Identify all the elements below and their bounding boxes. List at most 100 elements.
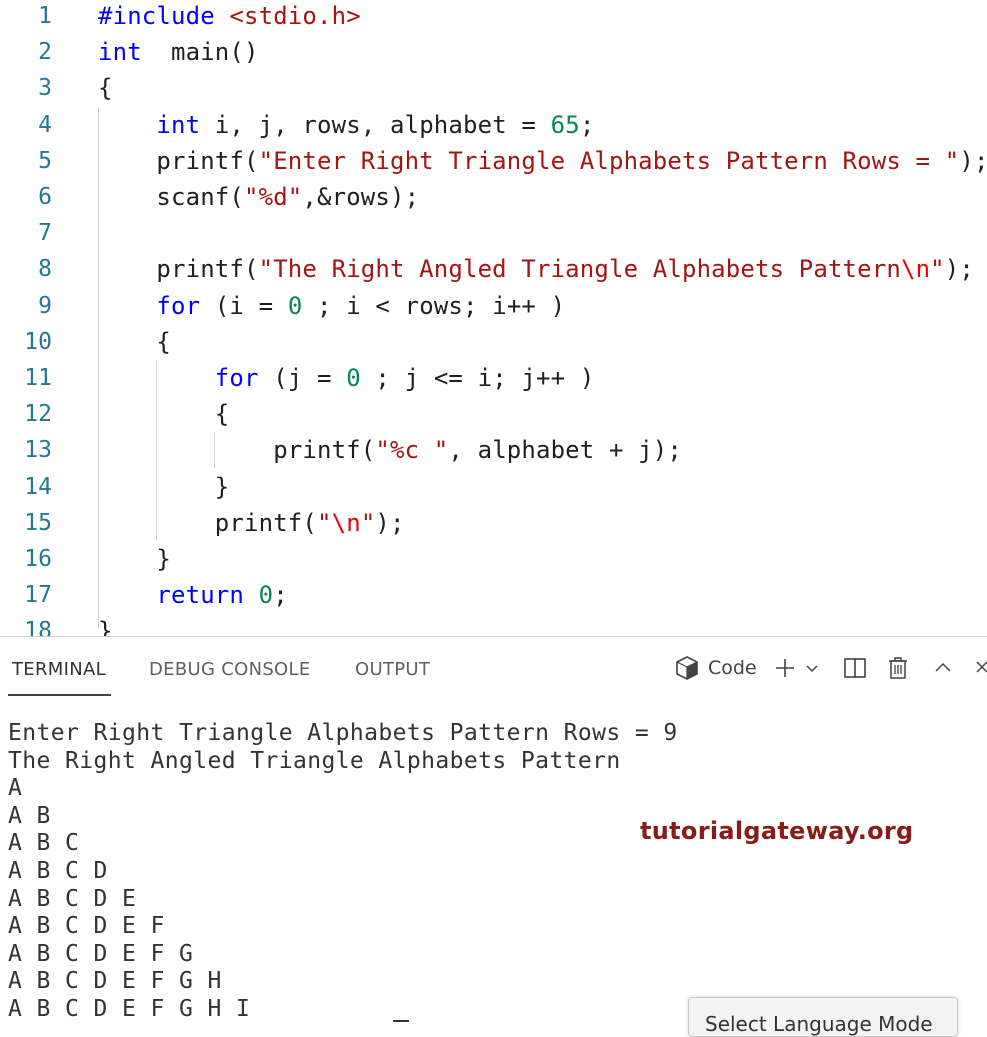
code-line[interactable]: 6 scanf("%d",&rows);: [0, 181, 987, 217]
code-token: }: [98, 472, 230, 501]
chevron-up-icon: [935, 662, 951, 672]
code-text: }: [98, 471, 229, 503]
line-number: 16: [24, 546, 52, 572]
line-number: 17: [24, 582, 52, 609]
code-line[interactable]: 3{: [0, 72, 987, 108]
code-token: {: [98, 400, 230, 429]
code-line[interactable]: 13 printf("%c ", alphabet + j);: [0, 434, 987, 470]
line-number: 3: [38, 75, 52, 102]
code-text: }: [98, 615, 113, 636]
line-number: 18: [24, 618, 52, 636]
code-token: #include: [98, 2, 230, 30]
line-number: 7: [38, 220, 52, 247]
select-language-mode-popup[interactable]: Select Language Mode: [688, 997, 958, 1037]
code-token: 0: [346, 364, 361, 392]
code-token: "The Right Angled Triangle Alphabets Pat…: [258, 255, 901, 284]
code-token: 0: [287, 291, 303, 320]
terminal-line: A B C D E F G H: [8, 968, 222, 995]
terminal-shell-icon: [676, 656, 698, 680]
tab-debug-console[interactable]: DEBUG CONSOLE: [149, 659, 311, 680]
code-text: int main(): [98, 36, 259, 68]
tab-output[interactable]: OUTPUT: [355, 659, 430, 680]
code-line[interactable]: 4 int i, j, rows, alphabet = 65;: [0, 109, 987, 145]
code-text: scanf("%d",&rows);: [98, 181, 419, 213]
code-token: "Enter Right Triangle Alphabets Pattern …: [258, 146, 960, 175]
line-number: 10: [24, 328, 52, 355]
code-token: ": [317, 508, 332, 537]
code-token: int: [156, 110, 201, 139]
terminal-line: A B C D E F G H I: [8, 996, 251, 1022]
code-text: return 0;: [98, 579, 288, 611]
code-token: ; i < rows; i++ ): [302, 291, 566, 320]
split-icon: [844, 658, 866, 678]
code-text: printf("\n");: [98, 507, 405, 539]
code-token: for: [156, 291, 201, 320]
line-number: 5: [38, 147, 52, 174]
code-line[interactable]: 5 printf("Enter Right Triangle Alphabets…: [0, 145, 987, 181]
add-icon: [776, 659, 794, 677]
code-text: {: [98, 398, 229, 430]
trash-icon: [889, 657, 907, 679]
close-icon: [976, 661, 987, 673]
terminal-line: The Right Angled Triangle Alphabets Patt…: [8, 747, 621, 774]
code-text: printf("The Right Angled Triangle Alphab…: [98, 253, 974, 285]
code-line[interactable]: 16 }: [0, 543, 987, 579]
terminal-line: A B C: [8, 830, 80, 857]
code-line[interactable]: 9 for (i = 0 ; i < rows; i++ ): [0, 290, 987, 326]
chevron-down-icon: [806, 665, 818, 673]
terminal-dropdown-button[interactable]: [804, 655, 820, 681]
code-token: main(): [141, 38, 259, 67]
code-line[interactable]: 15 printf("\n");: [0, 507, 987, 543]
line-number: 6: [38, 184, 52, 210]
line-number: 15: [24, 509, 52, 536]
code-line[interactable]: 1 #include <stdio.h>: [0, 0, 987, 36]
terminal-line: Enter Right Triangle Alphabets Pattern R…: [8, 720, 678, 746]
code-token: int: [98, 38, 142, 67]
code-token: ;: [579, 110, 595, 139]
watermark: tutorialgateway.org: [640, 817, 914, 845]
terminal-output[interactable]: Enter Right Triangle Alphabets Pattern R…: [0, 697, 987, 1024]
code-line[interactable]: 17 return 0;: [0, 579, 987, 615]
shell-label: Code: [708, 657, 757, 679]
line-number: 13: [24, 437, 52, 464]
code-token: return: [156, 581, 245, 610]
code-text: int i, j, rows, alphabet = 65;: [98, 109, 594, 141]
kill-terminal-button[interactable]: [887, 655, 909, 681]
code-line[interactable]: 8 printf("The Right Angled Triangle Alph…: [0, 253, 987, 289]
code-token: printf(: [98, 436, 376, 465]
code-token: printf(: [98, 255, 259, 284]
code-line[interactable]: 10 {: [0, 326, 987, 362]
line-number: 8: [38, 256, 52, 283]
terminal-line: A B C D: [8, 858, 108, 884]
split-terminal-button[interactable]: [843, 655, 867, 681]
code-line[interactable]: 18}: [0, 615, 987, 636]
code-line[interactable]: 14 }: [0, 471, 987, 507]
new-terminal-button[interactable]: [774, 655, 796, 681]
code-token: printf(: [98, 508, 317, 537]
code-text: printf("Enter Right Triangle Alphabets P…: [98, 145, 987, 177]
code-line[interactable]: 12 {: [0, 398, 987, 434]
code-token: ; j <= i; j++ ): [360, 364, 595, 392]
maximize-panel-button[interactable]: [933, 655, 953, 681]
code-token: <stdio.h>: [229, 2, 361, 30]
terminal-line: A B: [8, 802, 51, 829]
close-panel-button[interactable]: [975, 655, 987, 681]
tab-terminal[interactable]: TERMINAL: [12, 659, 106, 680]
code-token: ": [930, 255, 945, 284]
code-text: printf("%c ", alphabet + j);: [98, 434, 682, 466]
code-line[interactable]: 11 for (j = 0 ; j <= i; j++ ): [0, 362, 987, 398]
terminal-shell-selector[interactable]: Code: [674, 655, 757, 681]
line-number: 2: [38, 39, 52, 66]
code-token: }: [98, 617, 113, 636]
code-line[interactable]: 2 int main(): [0, 36, 987, 72]
code-token: \n: [900, 255, 931, 284]
line-number: 4: [38, 111, 52, 138]
code-editor[interactable]: 1 #include <stdio.h> 2 int main() 3{4 int i,…: [0, 0, 987, 636]
code-token: (j =: [258, 364, 347, 392]
code-line[interactable]: 7: [0, 217, 987, 253]
line-number: 14: [24, 473, 52, 500]
code-text: }: [98, 543, 171, 575]
code-token: printf(: [98, 146, 259, 175]
